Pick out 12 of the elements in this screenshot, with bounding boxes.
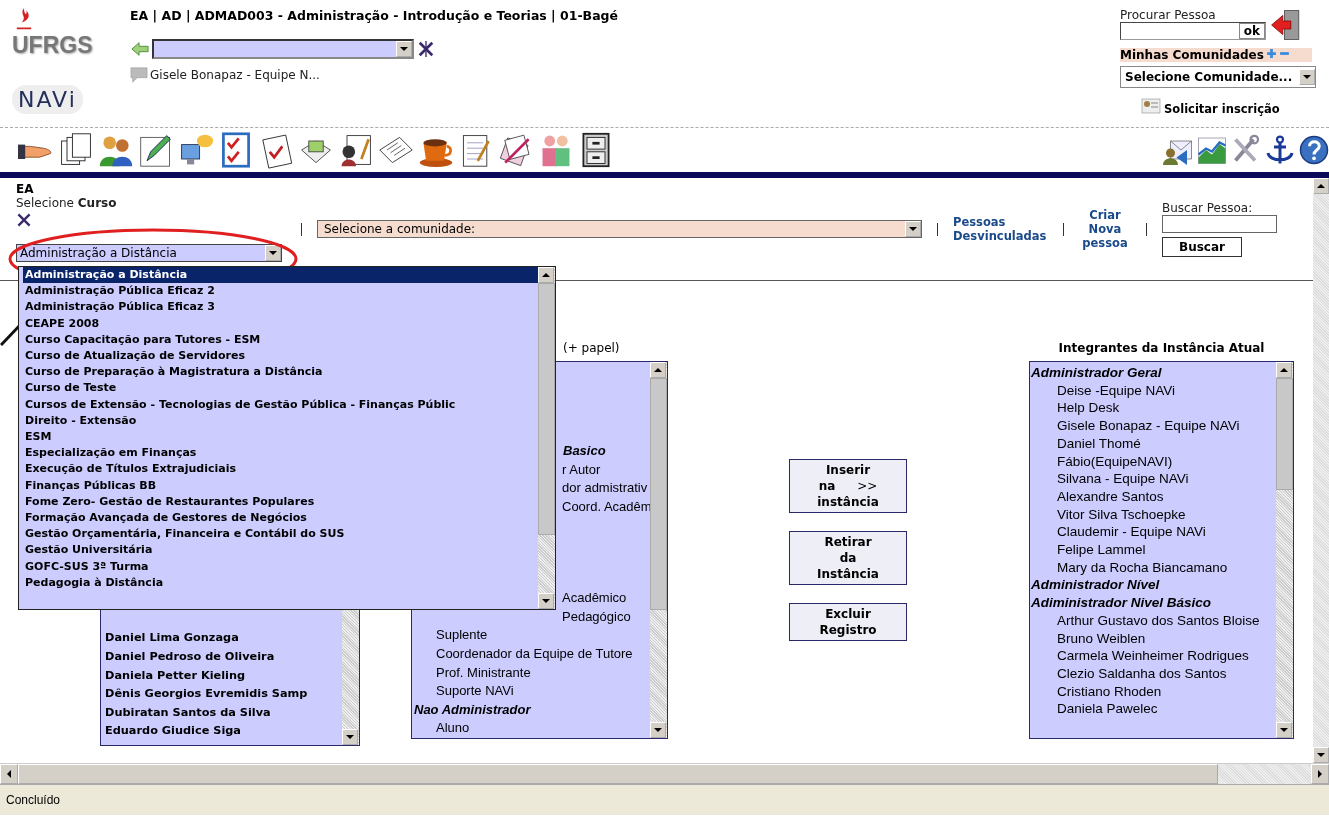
communities-label: Minhas Comunidades [1120, 48, 1264, 62]
course-title: EA | AD | ADMAD003 - Administração - Introdução e Teorias | 01-Bagé [130, 8, 619, 23]
search-label: Buscar Pessoa: [1162, 201, 1254, 215]
members-heading: Integrantes da Instância Atual [1057, 341, 1266, 357]
status-text: Concluído [6, 793, 61, 807]
roles-heading: (+ papel) [562, 341, 621, 357]
search-label: Procurar Pessoa [1120, 8, 1217, 22]
university-logo: UFRGS [12, 32, 93, 59]
section-label: EA [16, 182, 35, 196]
app-logo: NAVi [12, 85, 83, 114]
user-name: Gisele Bonapaz - Equipe N... [150, 68, 320, 82]
course-label: Selecione Curso [16, 196, 118, 210]
